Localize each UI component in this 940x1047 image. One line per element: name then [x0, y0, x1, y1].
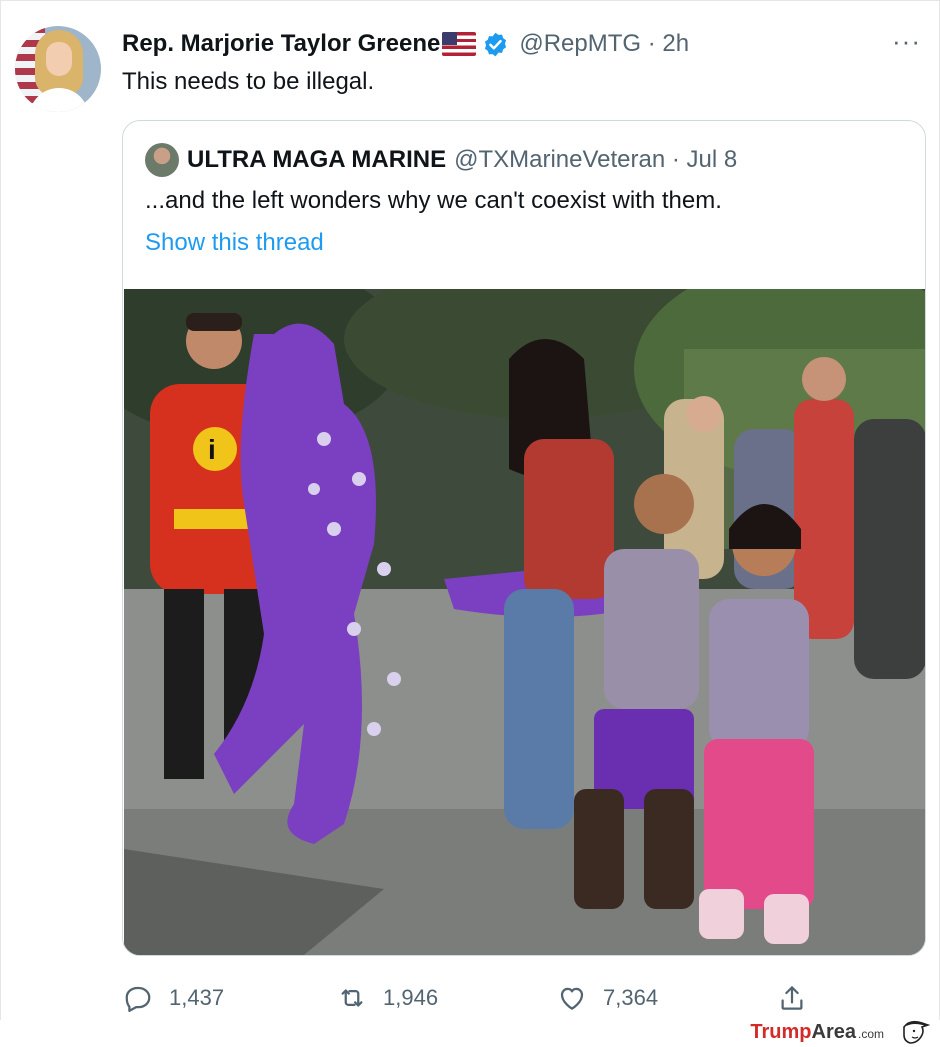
- watermark-suffix: .com: [857, 1027, 884, 1041]
- author-handle[interactable]: @RepMTG · 2h: [519, 30, 689, 58]
- retweet-button[interactable]: 1,946: [337, 976, 438, 1020]
- tweet-actions: 1,437 1,946 7,364: [1, 976, 940, 1020]
- share-icon: [781, 986, 803, 1010]
- svg-text:i: i: [208, 434, 216, 465]
- caricature-icon: [903, 1020, 930, 1044]
- photo-illustration: i: [124, 289, 925, 955]
- tweet-text: This needs to be illegal.: [122, 68, 375, 95]
- us-flag-icon: [442, 32, 477, 56]
- retweet-icon: [341, 989, 363, 1007]
- author-avatar[interactable]: [15, 26, 101, 112]
- tweet-header: Rep. Marjorie Taylor Greene @RepMTG · 2h: [122, 29, 689, 59]
- more-options-icon[interactable]: ···: [892, 28, 921, 54]
- tweet-photo[interactable]: i: [124, 289, 925, 955]
- retweet-count: 1,946: [383, 985, 439, 1010]
- site-watermark: TrumpArea .com: [750, 1019, 930, 1045]
- like-count: 7,364: [603, 985, 659, 1010]
- like-button[interactable]: 7,364: [557, 976, 658, 1020]
- quoted-tweet-header: ULTRA MAGA MARINE @TXMarineVeteran · Jul…: [187, 145, 737, 175]
- reply-icon: [125, 986, 151, 1012]
- heart-icon: [560, 987, 584, 1010]
- share-button[interactable]: [777, 976, 807, 1020]
- quoted-author-avatar[interactable]: [145, 143, 179, 177]
- quoted-tweet-text: ...and the left wonders why we can't coe…: [145, 187, 722, 214]
- show-thread-link[interactable]: Show this thread: [145, 229, 324, 257]
- author-name[interactable]: Rep. Marjorie Taylor Greene: [122, 30, 440, 58]
- tweet-card[interactable]: Rep. Marjorie Taylor Greene @RepMTG · 2h…: [0, 0, 940, 1020]
- reply-count: 1,437: [169, 985, 225, 1010]
- reply-button[interactable]: 1,437: [123, 976, 224, 1020]
- watermark-logo: TrumpArea: [750, 1020, 856, 1043]
- verified-badge-icon: [485, 32, 507, 56]
- quoted-author-handle[interactable]: @TXMarineVeteran · Jul 8: [454, 146, 737, 174]
- quoted-author-name[interactable]: ULTRA MAGA MARINE: [187, 146, 446, 174]
- quoted-tweet[interactable]: ULTRA MAGA MARINE @TXMarineVeteran · Jul…: [122, 120, 926, 956]
